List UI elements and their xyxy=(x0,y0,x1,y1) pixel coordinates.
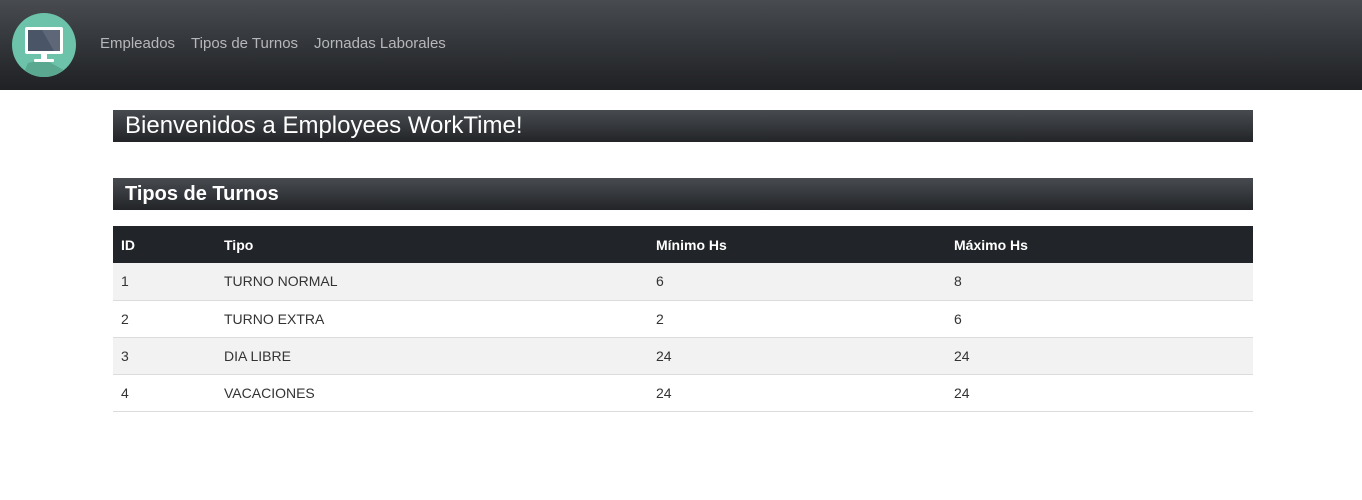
cell-id: 2 xyxy=(113,300,216,338)
cell-tipo: DIA LIBRE xyxy=(216,337,648,375)
column-header-maximo: Máximo Hs xyxy=(946,226,1253,263)
cell-maximo: 24 xyxy=(946,374,1253,412)
cell-tipo: VACACIONES xyxy=(216,374,648,412)
column-header-minimo: Mínimo Hs xyxy=(648,226,946,263)
cell-id: 4 xyxy=(113,374,216,412)
nav-link-jornadas-laborales[interactable]: Jornadas Laborales xyxy=(314,35,446,53)
navbar: Empleados Tipos de Turnos Jornadas Labor… xyxy=(0,0,1362,90)
table-header-row: ID Tipo Mínimo Hs Máximo Hs xyxy=(113,226,1253,263)
table-row: 4 VACACIONES 24 24 xyxy=(113,374,1253,412)
cell-id: 1 xyxy=(113,263,216,301)
cell-minimo: 24 xyxy=(648,337,946,375)
monitor-icon[interactable] xyxy=(12,13,76,77)
cell-minimo: 2 xyxy=(648,300,946,338)
nav-links: Empleados Tipos de Turnos Jornadas Labor… xyxy=(100,35,446,53)
table-row: 2 TURNO EXTRA 2 6 xyxy=(113,300,1253,338)
table-row: 3 DIA LIBRE 24 24 xyxy=(113,337,1253,375)
cell-tipo: TURNO NORMAL xyxy=(216,263,648,301)
cell-maximo: 24 xyxy=(946,337,1253,375)
cell-maximo: 6 xyxy=(946,300,1253,338)
nav-link-empleados[interactable]: Empleados xyxy=(100,35,175,53)
cell-minimo: 6 xyxy=(648,263,946,301)
shift-types-table: ID Tipo Mínimo Hs Máximo Hs 1 TURNO NORM… xyxy=(113,226,1253,412)
column-header-id: ID xyxy=(113,226,216,263)
cell-maximo: 8 xyxy=(946,263,1253,301)
cell-tipo: TURNO EXTRA xyxy=(216,300,648,338)
table-row: 1 TURNO NORMAL 6 8 xyxy=(113,263,1253,301)
section-title: Tipos de Turnos xyxy=(113,178,1253,210)
column-header-tipo: Tipo xyxy=(216,226,648,263)
welcome-banner: Bienvenidos a Employees WorkTime! xyxy=(113,110,1253,142)
cell-minimo: 24 xyxy=(648,374,946,412)
cell-id: 3 xyxy=(113,337,216,375)
nav-link-tipos-de-turnos[interactable]: Tipos de Turnos xyxy=(191,35,298,53)
